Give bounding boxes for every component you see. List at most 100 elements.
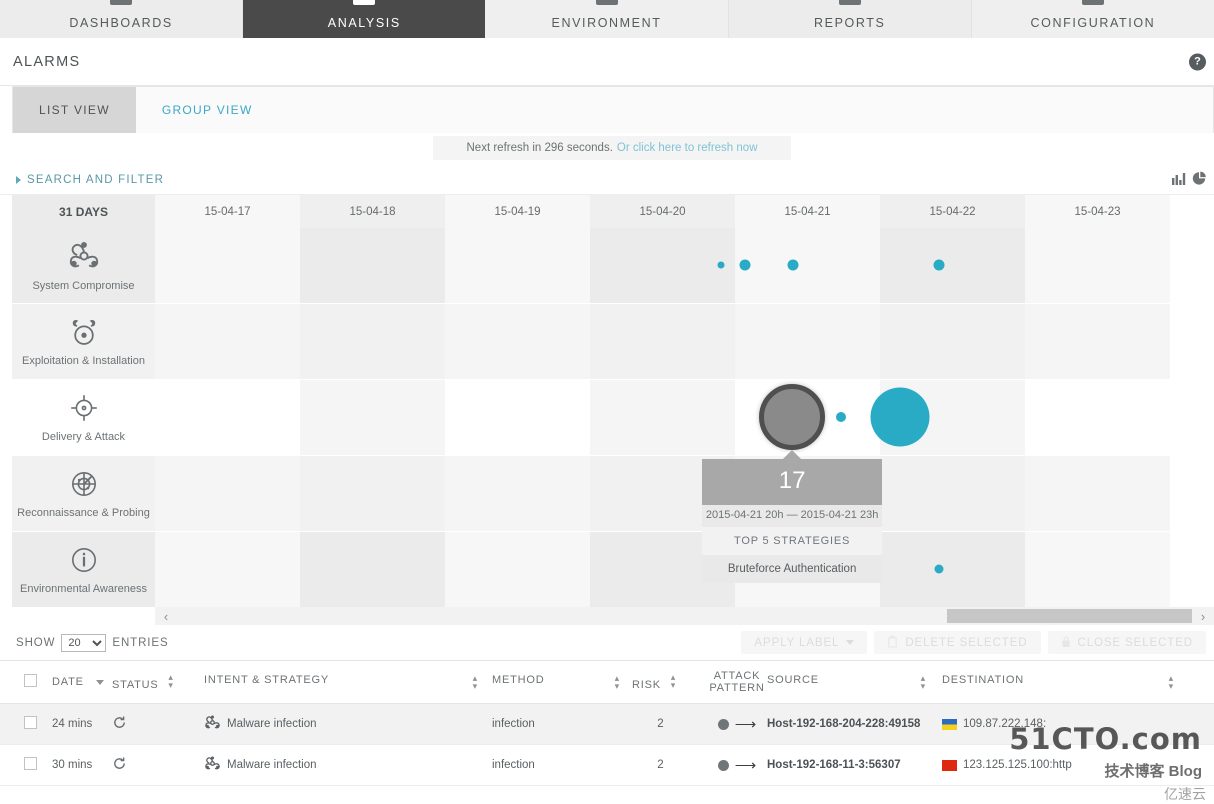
timeline-point[interactable] (870, 387, 930, 447)
nav-item-analysis[interactable]: ANALYSIS (243, 0, 486, 47)
reports-icon (838, 0, 861, 6)
timeline-scrollbar[interactable]: ‹ › (155, 607, 1214, 625)
timeline-cell[interactable] (300, 456, 445, 532)
scroll-right-arrow[interactable]: › (1192, 609, 1214, 624)
timeline-cell[interactable] (590, 380, 735, 456)
apply-label-button[interactable]: APPLY LABEL (741, 631, 868, 654)
alarms-timeline-chart[interactable]: 31 DAYS 15-04-17 15-04-18 15-04-19 15-04… (12, 195, 1214, 625)
timeline-point[interactable] (787, 259, 799, 271)
sort-both-icon[interactable]: ▴ ▾ (1169, 674, 1174, 691)
timeline-date-15-04-23: 15-04-23 (1025, 195, 1170, 228)
timeline-point-selected[interactable] (759, 384, 826, 450)
th-destination[interactable]: DESTINATION ▴ ▾ (942, 660, 1214, 704)
sort-both-icon[interactable]: ▴ ▾ (671, 673, 676, 690)
timeline-axis-delivery-attack[interactable]: Delivery & Attack (12, 380, 155, 456)
watermark-tertiary: 亿速云 (1164, 786, 1206, 802)
timeline-axis-reconnaissance-probing[interactable]: Reconnaissance & Probing (12, 456, 155, 532)
timeline-point[interactable] (739, 259, 751, 271)
th-date[interactable]: DATE (52, 660, 112, 704)
timeline-label-exploitation-installation: Exploitation & Installation (22, 354, 145, 367)
timeline-cell[interactable] (590, 304, 735, 380)
scrollbar-track[interactable] (177, 609, 1192, 623)
cell-select (0, 744, 52, 786)
timeline-cell[interactable] (155, 228, 300, 304)
nav-label-dashboards: DASHBOARDS (69, 16, 173, 30)
th-intent-strategy[interactable]: INTENT & STRATEGY ▴ ▾ (204, 660, 492, 704)
nav-item-configuration[interactable]: CONFIGURATION (971, 0, 1214, 38)
timeline-cell[interactable] (300, 228, 445, 304)
timeline-axis-environmental-awareness[interactable]: Environmental Awareness (12, 532, 155, 608)
sort-both-icon[interactable]: ▴ ▾ (473, 674, 478, 691)
sort-both-icon[interactable]: ▴ ▾ (168, 673, 173, 690)
biohazard-icon (204, 755, 221, 775)
timeline-cell[interactable] (300, 532, 445, 608)
select-all-checkbox[interactable] (24, 674, 37, 687)
scroll-left-arrow[interactable]: ‹ (155, 609, 177, 624)
nav-label-analysis: ANALYSIS (327, 16, 401, 30)
timeline-cell[interactable] (1025, 304, 1170, 380)
timeline-cell[interactable] (735, 304, 880, 380)
timeline-cell[interactable] (1025, 532, 1170, 608)
table-row[interactable]: 30 mins Malware infection infection 2 ⟶ … (0, 744, 1214, 786)
tab-list-view[interactable]: LIST VIEW (13, 87, 136, 133)
timeline-cell[interactable] (300, 304, 445, 380)
search-and-filter-toggle[interactable]: SEARCH AND FILTER (27, 174, 164, 186)
nav-label-configuration: CONFIGURATION (1030, 16, 1156, 30)
timeline-cell[interactable] (735, 228, 880, 304)
th-status[interactable]: STATUS ▴ ▾ (112, 660, 204, 704)
tooltip-strategy-item: Bruteforce Authentication (702, 555, 883, 583)
th-source[interactable]: SOURCE ▴ ▾ (767, 660, 942, 704)
bar-chart-icon[interactable] (1171, 171, 1188, 191)
timeline-cell[interactable] (445, 380, 590, 456)
timeline-cell[interactable] (155, 456, 300, 532)
th-method[interactable]: METHOD ▴ ▾ (492, 660, 632, 704)
sort-both-icon[interactable]: ▴ ▾ (615, 674, 620, 691)
timeline-axis-system-compromise[interactable]: System Compromise (12, 228, 155, 304)
timeline-cell[interactable] (445, 532, 590, 608)
sort-desc-icon[interactable] (95, 680, 104, 685)
table-row[interactable]: 24 mins Malware infection infection 2 ⟶ … (0, 703, 1214, 745)
timeline-cell[interactable] (445, 456, 590, 532)
timeline-cell[interactable] (1025, 456, 1170, 532)
timeline-cell[interactable] (155, 532, 300, 608)
table-controls: SHOW 2050100 ENTRIES APPLY LABEL DELETE … (0, 625, 1214, 660)
timeline-cell[interactable] (880, 304, 1025, 380)
timeline-cell[interactable] (880, 532, 1025, 608)
row-checkbox[interactable] (24, 757, 37, 770)
timeline-point[interactable] (933, 259, 945, 271)
timeline-cell[interactable] (590, 228, 735, 304)
timeline-cell[interactable] (1025, 380, 1170, 456)
cell-intent-strategy: Malware infection (204, 703, 492, 745)
timeline-cell[interactable] (445, 304, 590, 380)
help-icon[interactable]: ? (1189, 53, 1206, 70)
pie-chart-icon[interactable] (1191, 171, 1208, 191)
page-size-select[interactable]: 2050100 (61, 633, 107, 652)
timeline-point[interactable] (836, 412, 847, 422)
scrollbar-thumb[interactable] (947, 609, 1192, 623)
delete-selected-button[interactable]: DELETE SELECTED (874, 631, 1041, 654)
timeline-cell[interactable] (1025, 228, 1170, 304)
timeline-cell[interactable] (880, 228, 1025, 304)
timeline-cell[interactable] (880, 456, 1025, 532)
nav-item-environment[interactable]: ENVIRONMENT (485, 0, 729, 38)
nav-item-dashboards[interactable]: DASHBOARDS (0, 0, 244, 38)
timeline-axis-exploitation-installation[interactable]: Exploitation & Installation (12, 304, 155, 380)
timeline-point[interactable] (934, 564, 944, 574)
timeline-cell[interactable] (300, 380, 445, 456)
timeline-cell[interactable] (445, 228, 590, 304)
nav-item-reports[interactable]: REPORTS (728, 0, 972, 38)
sort-both-icon[interactable]: ▴ ▾ (921, 674, 926, 691)
timeline-cell[interactable] (155, 380, 300, 456)
cell-attack-pattern: ⟶ (707, 744, 767, 786)
timeline-point[interactable] (717, 261, 725, 269)
th-risk[interactable]: RISK ▴ ▾ (632, 660, 707, 704)
timeline-cell[interactable] (155, 304, 300, 380)
destination-text: 109.87.222.148: (963, 718, 1047, 730)
row-checkbox[interactable] (24, 716, 37, 729)
tab-group-view[interactable]: GROUP VIEW (136, 87, 279, 133)
radar-icon (68, 468, 100, 504)
alarms-page: DASHBOARDS ANALYSIS ENVIRONMENT REPORTS … (0, 0, 1214, 804)
refresh-now-link[interactable]: Or click here to refresh now (617, 142, 758, 154)
timeline-label-delivery-attack: Delivery & Attack (41, 430, 126, 443)
close-selected-button[interactable]: CLOSE SELECTED (1047, 631, 1206, 654)
